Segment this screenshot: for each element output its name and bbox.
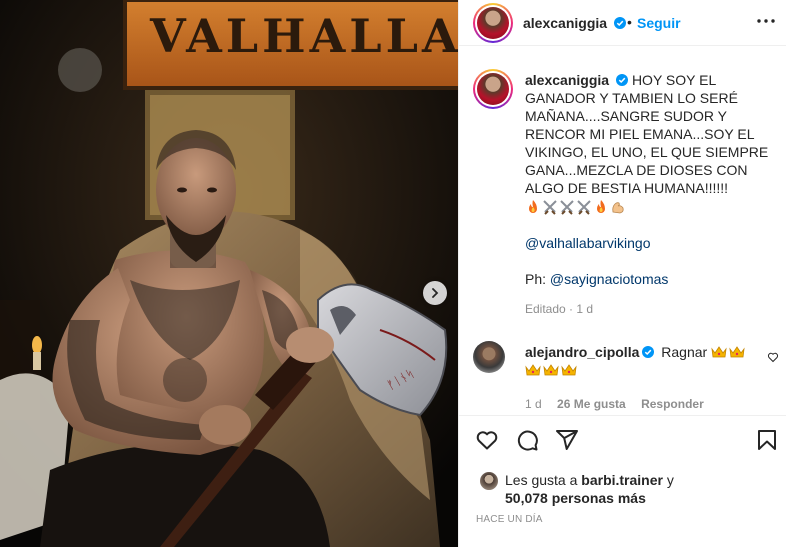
commenter-username[interactable]: alejandro_cipolla (525, 344, 639, 360)
ph-label: Ph: (525, 271, 547, 287)
edited-time[interactable]: 1 d (576, 302, 593, 316)
fire-emoji-icon (597, 200, 605, 213)
caption-meta: Editado · 1 d (525, 300, 773, 318)
post-header: alexcaniggia • Seguir (459, 0, 786, 46)
verified-badge-icon (614, 17, 626, 29)
sign-text: VALHALLA (149, 9, 458, 63)
crossed-swords-icon (543, 200, 557, 215)
comment-like-heart-icon[interactable] (767, 351, 779, 363)
comments-list[interactable]: alexcaniggia HOY SOY EL GANADOR Y TAMBIE… (459, 47, 786, 415)
liker-avatar[interactable] (479, 471, 499, 491)
follow-button[interactable]: Seguir (637, 15, 681, 31)
chevron-right-icon (432, 288, 439, 298)
caption-text: HOY SOY EL GANADOR Y TAMBIEN LO SERÉ MAÑ… (525, 72, 769, 196)
caption-mention-venue[interactable]: @valhallabarvikingo (525, 234, 773, 252)
comment-time[interactable]: 1 d (525, 397, 542, 411)
post-image[interactable]: VALHALLA ᚠᛁᚾᛋ (0, 0, 458, 547)
comment-bubble-icon[interactable] (515, 428, 539, 452)
flexed-biceps-icon (612, 202, 624, 214)
caption-photo-credit: Ph: @sayignaciotomas (525, 270, 773, 288)
crown-emoji-icon (561, 364, 577, 376)
save-bookmark-icon[interactable] (755, 428, 779, 452)
comment-reply-button[interactable]: Responder (641, 397, 704, 411)
edited-label: Editado (525, 302, 566, 316)
crossed-swords-icon (577, 200, 591, 215)
caption-avatar[interactable] (473, 69, 513, 109)
crown-emoji-icon (543, 364, 559, 376)
crown-emoji-icon (711, 346, 727, 358)
header-dot: • (627, 14, 632, 30)
crown-emoji-icon (729, 346, 745, 358)
post-actions-section: Les gusta a barbi.trainer y 50,078 perso… (459, 415, 786, 547)
like-heart-icon[interactable] (475, 428, 499, 452)
likes-prefix: Les gusta a (505, 472, 578, 488)
liker-username[interactable]: barbi.trainer (581, 472, 663, 488)
crown-emoji-icon (525, 364, 541, 376)
comment-crowns-a (711, 345, 745, 359)
verified-badge-icon (616, 74, 629, 86)
comment-likes-count[interactable]: 26 Me gusta (557, 397, 626, 411)
post-time-ago[interactable]: HACE UN DÍA (476, 514, 543, 525)
author-username[interactable]: alexcaniggia (523, 15, 607, 31)
more-options-icon[interactable] (756, 17, 776, 25)
share-paper-plane-icon[interactable] (555, 428, 579, 452)
edited-dot: · (569, 302, 574, 316)
verified-badge-icon (642, 346, 655, 358)
post-side-panel: alexcaniggia • Seguir alexcaniggia HOY S… (458, 0, 786, 547)
likes-suffix: y (666, 472, 674, 488)
fire-emoji-icon (529, 200, 537, 213)
commenter-avatar[interactable] (473, 341, 505, 373)
next-image-button[interactable] (423, 281, 447, 305)
comment-text: Ragnar (661, 344, 708, 360)
comment-crowns-b (525, 363, 577, 377)
comment-meta: 1 d 26 Me gusta Responder (525, 397, 716, 411)
caption-emojis (525, 198, 773, 216)
author-avatar[interactable] (473, 3, 513, 43)
vikingo-photo: VALHALLA ᚠᛁᚾᛋ (0, 0, 458, 547)
caption-mention-photographer[interactable]: @sayignaciotomas (550, 271, 669, 287)
crossed-swords-icon (560, 200, 574, 215)
likes-count[interactable]: 50,078 personas más (505, 489, 646, 507)
caption-username[interactable]: alexcaniggia (525, 72, 609, 88)
